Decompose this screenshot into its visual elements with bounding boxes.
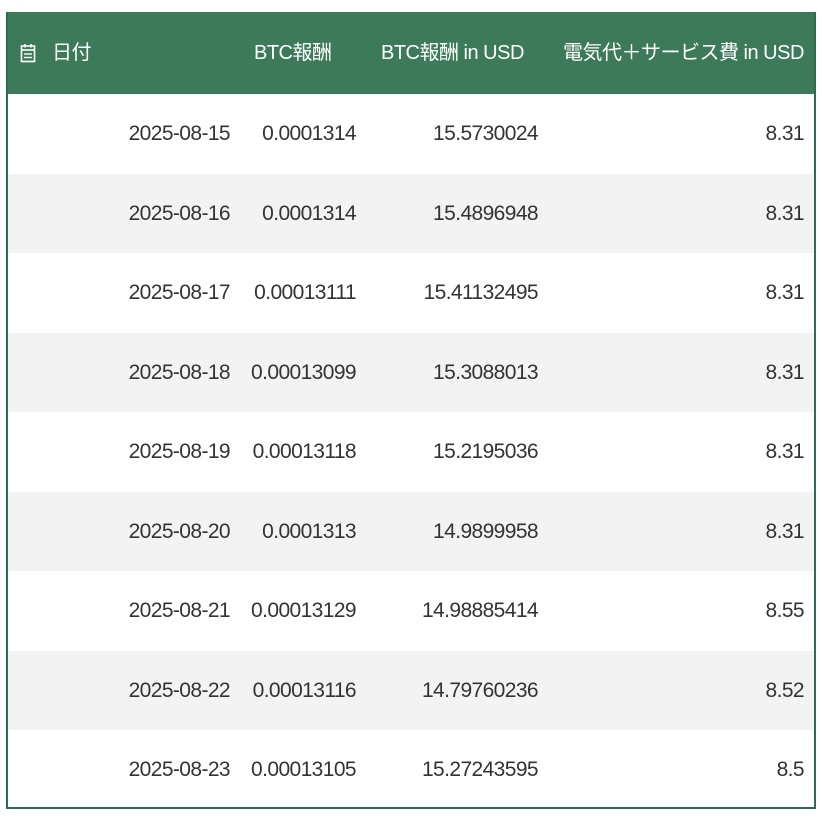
date-cell: 2025-08-21 — [128, 599, 231, 622]
btc-cell: 0.00013111 — [254, 281, 356, 304]
table-row[interactable]: 2025-08-22 0.00013116 14.79760236 8.52 — [8, 650, 814, 730]
btc-usd-cell: 15.41132495 — [423, 281, 539, 304]
btc-usd-cell: 14.79760236 — [421, 678, 539, 702]
btc-cell: 0.00013099 — [251, 360, 357, 384]
fee-usd-cell: 8.31 — [765, 122, 805, 145]
table-row[interactable]: 2025-08-15 0.0001314 15.5730024 8.31 — [8, 94, 814, 174]
btc-usd-cell: 15.5730024 — [433, 122, 539, 145]
table-header: 日付 BTC報酬 BTC報酬 in USD 電気代＋サービス費 in USD — [8, 12, 814, 94]
fee-usd-cell: 8.31 — [765, 360, 805, 384]
table-row[interactable]: 2025-08-16 0.0001314 15.4896948 8.31 — [8, 173, 814, 253]
table-row[interactable]: 2025-08-18 0.00013099 15.3088013 8.31 — [8, 332, 814, 412]
fee-usd-cell: 8.31 — [765, 281, 805, 304]
column-header-btc[interactable]: BTC報酬 — [254, 12, 332, 94]
date-cell: 2025-08-22 — [128, 678, 231, 702]
table-row[interactable]: 2025-08-23 0.00013105 15.27243595 8.5 — [8, 730, 814, 807]
fee-usd-cell: 8.31 — [765, 440, 805, 463]
fee-usd-cell: 8.52 — [765, 678, 805, 702]
date-cell: 2025-08-16 — [128, 201, 231, 225]
btc-cell: 0.0001313 — [262, 519, 356, 543]
table-row[interactable]: 2025-08-17 0.00013111 15.41132495 8.31 — [8, 253, 814, 333]
btc-cell: 0.00013118 — [252, 440, 357, 463]
fee-usd-cell: 8.31 — [765, 519, 805, 543]
fee-usd-cell: 8.31 — [765, 201, 805, 225]
btc-usd-cell: 15.3088013 — [433, 360, 539, 384]
date-cell: 2025-08-18 — [128, 360, 231, 384]
column-header-fee-usd[interactable]: 電気代＋サービス費 in USD — [563, 12, 804, 94]
btc-usd-cell: 15.4896948 — [433, 201, 539, 225]
column-header-btc-usd[interactable]: BTC報酬 in USD — [381, 12, 524, 94]
column-header-date-label: 日付 — [52, 42, 92, 64]
table-row[interactable]: 2025-08-21 0.00013129 14.98885414 8.55 — [8, 571, 814, 651]
date-cell: 2025-08-20 — [128, 519, 231, 543]
data-table: 日付 BTC報酬 BTC報酬 in USD 電気代＋サービス費 in USD 2… — [6, 12, 816, 809]
btc-cell: 0.00013116 — [252, 678, 357, 702]
btc-usd-cell: 14.9899958 — [433, 519, 539, 543]
date-cell: 2025-08-23 — [128, 758, 231, 781]
table-row[interactable]: 2025-08-19 0.00013118 15.2195036 8.31 — [8, 412, 814, 492]
date-cell: 2025-08-15 — [128, 122, 231, 145]
btc-usd-cell: 15.2195036 — [433, 440, 539, 463]
date-cell: 2025-08-17 — [128, 281, 231, 304]
calendar-icon — [20, 43, 36, 63]
btc-cell: 0.0001314 — [262, 201, 356, 225]
fee-usd-cell: 8.55 — [765, 599, 805, 622]
btc-usd-cell: 15.27243595 — [421, 758, 539, 781]
table-row[interactable]: 2025-08-20 0.0001313 14.9899958 8.31 — [8, 491, 814, 571]
btc-usd-cell: 14.98885414 — [421, 599, 539, 622]
table-body: 2025-08-15 0.0001314 15.5730024 8.31 2025-08… — [8, 94, 814, 807]
fee-usd-cell: 8.5 — [776, 758, 805, 781]
btc-cell: 0.00013105 — [251, 758, 357, 781]
column-header-date[interactable]: 日付 — [20, 12, 92, 94]
date-cell: 2025-08-19 — [128, 440, 231, 463]
btc-cell: 0.00013129 — [251, 599, 357, 622]
btc-cell: 0.0001314 — [262, 122, 356, 145]
